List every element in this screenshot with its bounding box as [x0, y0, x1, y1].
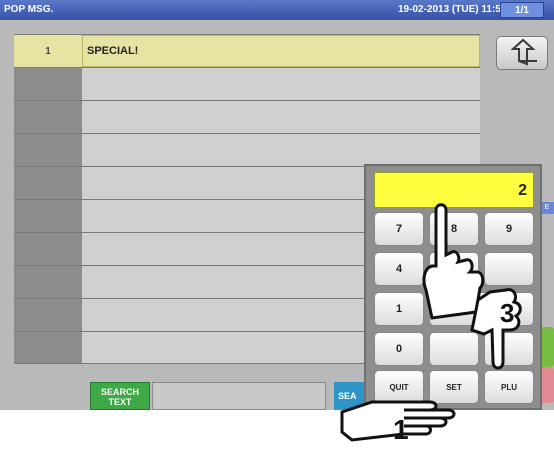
set-key[interactable]: SET — [429, 370, 479, 404]
key-0[interactable]: 0 — [374, 332, 424, 366]
key-1[interactable]: 1 — [374, 292, 424, 326]
key-00[interactable] — [429, 332, 479, 366]
page-indicator: 1/1 — [500, 2, 544, 18]
screen-title: POP MSG. — [4, 4, 54, 15]
list-row-1[interactable]: 1 SPECIAL! — [14, 34, 480, 67]
quit-key[interactable]: QUIT — [374, 370, 424, 404]
row-number — [14, 134, 82, 166]
search-label-line-1: SEARCH — [100, 387, 139, 397]
back-button[interactable] — [496, 36, 548, 70]
step-1-label: 1 — [393, 414, 409, 445]
row-number — [14, 200, 82, 232]
row-number — [14, 233, 82, 265]
key-9[interactable]: 9 — [484, 212, 534, 246]
datetime-display: 19-02-2013 (TUE) 11:56 — [398, 4, 507, 15]
key-clear[interactable] — [484, 332, 534, 366]
row-number — [14, 332, 82, 363]
key-4[interactable]: 4 — [374, 252, 424, 286]
row-number — [14, 68, 82, 100]
search-text-button[interactable]: SEARCH TEXT — [90, 382, 150, 410]
title-bar: POP MSG. 19-02-2013 (TUE) 11:56 1/1 — [0, 0, 554, 20]
list-row-2[interactable] — [14, 67, 480, 100]
row-text — [82, 101, 480, 133]
key-5[interactable] — [429, 252, 479, 286]
list-row-4[interactable] — [14, 133, 480, 166]
key-8[interactable]: 8 — [429, 212, 479, 246]
row-number — [14, 266, 82, 298]
row-number — [14, 299, 82, 331]
row-number — [14, 167, 82, 199]
list-row-3[interactable] — [14, 100, 480, 133]
key-6[interactable] — [484, 252, 534, 286]
row-text: SPECIAL! — [82, 35, 480, 67]
step-3-label: 3 — [500, 298, 515, 328]
numeric-keypad: 2 7 8 9 4 1 Enter 0 QUIT SET PLU — [364, 164, 542, 410]
return-arrow-icon — [510, 38, 537, 66]
search-text-field[interactable] — [152, 382, 326, 410]
row-text — [82, 68, 480, 100]
search-label-line-2: TEXT — [108, 397, 132, 407]
keypad-display: 2 — [374, 172, 534, 208]
plu-key[interactable]: PLU — [484, 370, 534, 404]
side-tab[interactable]: E — [540, 202, 554, 214]
row-number: 1 — [14, 35, 82, 67]
enter-key[interactable]: Enter — [429, 292, 534, 326]
row-number — [14, 101, 82, 133]
scale-screen: POP MSG. 19-02-2013 (TUE) 11:56 1/1 1 SP… — [0, 0, 554, 410]
key-7[interactable]: 7 — [374, 212, 424, 246]
row-text — [82, 134, 480, 166]
